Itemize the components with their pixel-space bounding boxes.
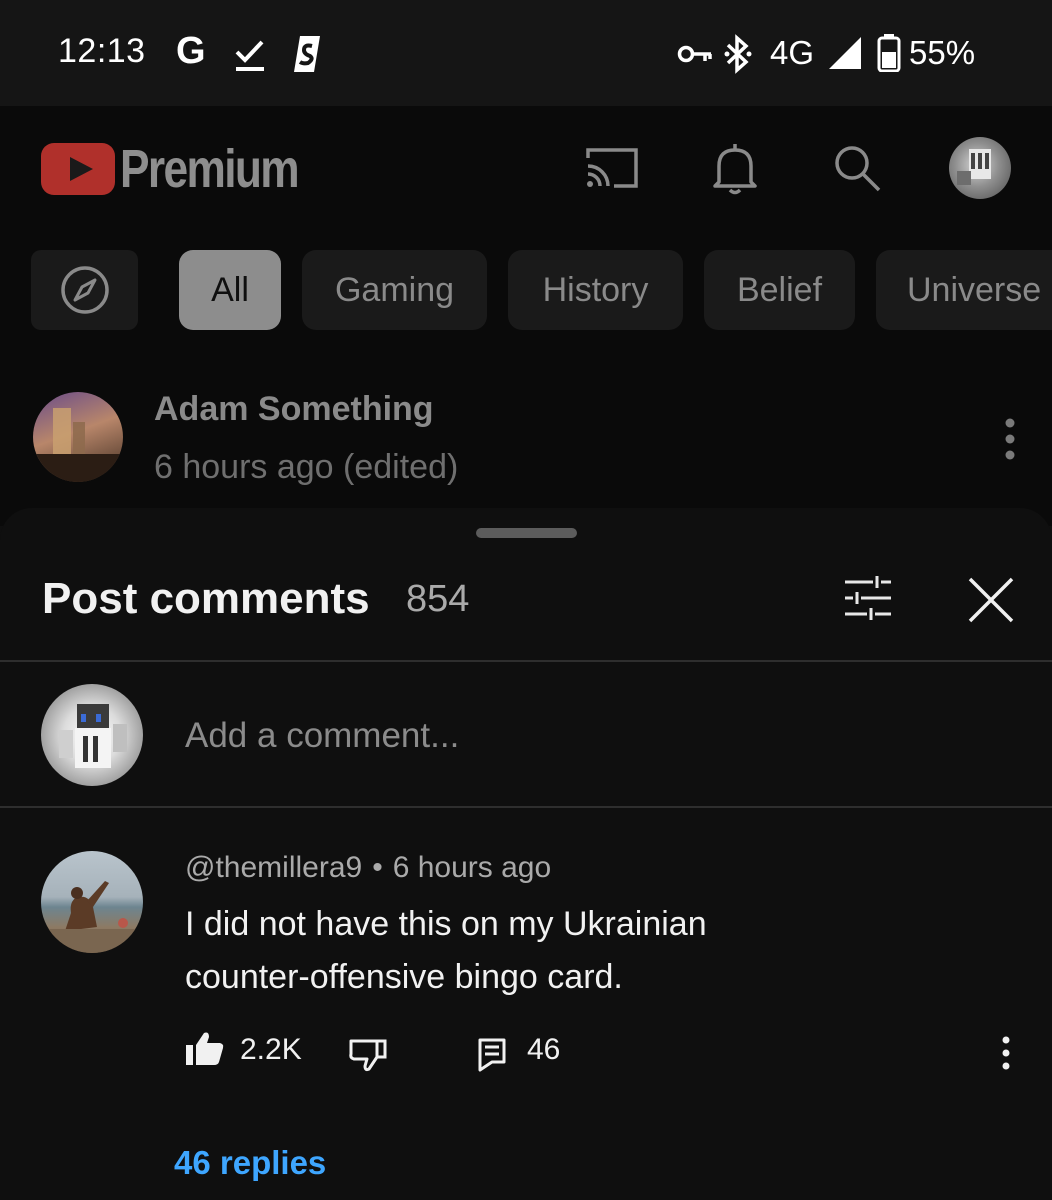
comment-author[interactable]: @themillera9 [185,851,362,884]
close-icon[interactable] [967,576,1015,624]
chip-belief[interactable]: Belief [704,250,855,330]
explore-chip[interactable] [31,250,138,330]
post-time: 6 hours ago (edited) [154,448,459,486]
app-s-icon [294,36,320,72]
commenter-avatar-image [41,881,143,953]
sheet-title: Post comments [42,574,370,623]
chip-label: History [542,270,649,309]
network-type: 4G [770,34,815,71]
channel-name[interactable]: Adam Something [154,390,434,429]
current-user-avatar [41,684,143,786]
comment-text: I did not have this on my Ukrainian coun… [185,905,707,996]
dislike-icon[interactable] [349,1038,387,1072]
reply-count: 46 [527,1033,561,1066]
channel-avatar[interactable] [33,392,123,482]
chip-universe[interactable]: Universe [876,250,1052,330]
view-replies-link[interactable]: 46 replies [174,1144,326,1182]
meta-separator: • [372,851,383,884]
reply-icon[interactable] [478,1038,506,1072]
cast-icon[interactable] [584,146,640,190]
vpn-key-icon [677,45,712,63]
more-vert-icon[interactable] [1002,418,1018,462]
current-user-avatar-image [59,704,127,768]
chip-label: Belief [736,270,823,309]
avatar-image [957,149,991,185]
status-time: 12:13 [58,32,146,70]
comment-time: 6 hours ago [392,851,552,884]
chip-label: All [211,270,249,309]
compass-icon [60,266,109,314]
bell-icon[interactable] [711,140,759,196]
comment-more-icon[interactable] [999,1036,1013,1070]
signal-icon [829,37,861,69]
chip-label: Universe [907,270,1042,309]
check-download-icon [235,40,264,71]
search-icon[interactable] [832,143,882,193]
status-bar: 12:13 G 4G 55% [0,0,1052,106]
filter-sort-icon[interactable] [843,576,893,620]
brand-premium: Premium [120,139,300,199]
youtube-logo-icon [41,143,115,195]
avatar[interactable] [949,137,1011,199]
add-comment-input[interactable]: Add a comment... [185,716,459,756]
battery-icon [877,34,901,72]
divider [0,806,1052,808]
google-icon: G [176,30,206,72]
commenter-avatar[interactable] [41,851,143,953]
bluetooth-icon [724,34,752,74]
comment-meta: @themillera9 • 6 hours ago [185,851,551,885]
chip-history[interactable]: History [508,250,683,330]
chip-label: Gaming [334,270,455,309]
like-count: 2.2K [240,1033,302,1066]
battery-level: 55% [909,34,976,71]
chip-all[interactable]: All [179,250,281,330]
chip-gaming[interactable]: Gaming [302,250,487,330]
like-icon[interactable] [186,1031,224,1065]
drag-handle[interactable] [476,528,577,538]
channel-avatar-image [33,408,123,482]
divider [0,660,1052,662]
comment-count: 854 [406,578,470,620]
